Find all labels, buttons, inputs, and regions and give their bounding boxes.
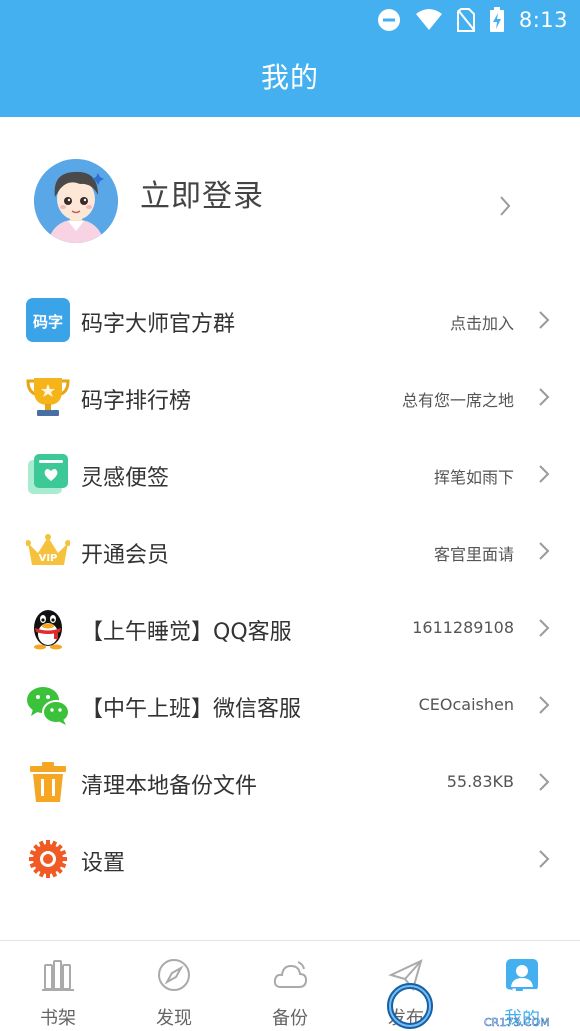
tab-backup[interactable]: 备份 <box>232 941 348 1031</box>
menu-item-value: 挥笔如雨下 <box>433 468 514 487</box>
menu-item-wechat-service[interactable]: 【中午上班】微信客服 CEOcaishen <box>0 667 580 744</box>
menu-item-label: 清理本地备份文件 <box>81 774 258 799</box>
menu-item-leaderboard[interactable]: 码字排行榜 总有您一席之地 <box>0 359 580 436</box>
tab-discover[interactable]: 发现 <box>116 941 232 1031</box>
bookshelf-icon <box>42 960 74 991</box>
login-label[interactable]: 立即登录 <box>140 171 264 215</box>
svg-text:VIP: VIP <box>39 553 58 564</box>
wechat-icon <box>26 683 70 727</box>
menu-item-label: 灵感便签 <box>81 466 170 491</box>
menu-item-label: 码字大师官方群 <box>81 312 236 337</box>
avatar[interactable] <box>34 159 118 243</box>
qq-penguin-icon <box>26 606 70 650</box>
tab-label: 备份 <box>272 1008 308 1029</box>
menu-item-clear-backup[interactable]: 清理本地备份文件 55.83KB <box>0 744 580 821</box>
login-row[interactable]: 立即登录 <box>0 117 580 277</box>
tab-label: 发现 <box>156 1008 192 1029</box>
menu-item-label: 【上午睡觉】QQ客服 <box>81 620 292 645</box>
header: 8:13 我的 <box>0 0 580 117</box>
vip-crown-icon: VIP <box>25 529 71 573</box>
chevron-right-icon <box>500 196 511 216</box>
menu-item-value: 55.83KB <box>446 772 514 791</box>
menu-item-label: 【中午上班】微信客服 <box>81 697 302 722</box>
svg-text:码字: 码字 <box>33 313 63 331</box>
status-icons: 8:13 <box>377 6 568 34</box>
menu-item-notes[interactable]: 灵感便签 挥笔如雨下 <box>0 436 580 513</box>
status-bar: 8:13 <box>0 0 580 40</box>
menu-item-settings[interactable]: 设置 <box>0 821 580 898</box>
cloud-icon <box>273 961 308 988</box>
status-time: 8:13 <box>518 8 568 32</box>
menu-item-label: 码字排行榜 <box>81 389 192 414</box>
compass-icon <box>158 959 190 991</box>
menu-item-vip[interactable]: VIP 开通会员 客官里面请 <box>0 513 580 590</box>
menu-item-value: 1611289108 <box>412 618 514 637</box>
menu-item-value: 点击加入 <box>449 314 514 333</box>
settings-gear-icon <box>26 837 70 881</box>
wifi-icon <box>415 9 442 30</box>
chevron-right-icon <box>539 850 550 868</box>
svg-text:西西软件园: 西西软件园 <box>434 988 544 1014</box>
menu-item-value: CEOcaishen <box>418 695 514 714</box>
chevron-right-icon <box>539 773 550 791</box>
settings-menu: 码字 码字大师官方群 点击加入 码字排行榜 总有您一席之地 灵感便签 挥笔如雨下… <box>0 282 580 898</box>
svg-text:CR173.COM: CR173.COM <box>484 1016 550 1029</box>
site-watermark: 西西软件园 CR173.COM <box>387 983 550 1029</box>
group-chat-icon: 码字 <box>26 298 70 342</box>
menu-item-label: 设置 <box>81 851 126 876</box>
chevron-right-icon <box>539 696 550 714</box>
menu-item-label: 开通会员 <box>81 543 170 568</box>
avatar-illustration-icon <box>34 159 118 243</box>
trophy-icon <box>26 375 70 419</box>
menu-item-value: 客官里面请 <box>433 545 514 564</box>
trash-icon <box>26 760 70 804</box>
chevron-right-icon <box>539 542 550 560</box>
note-icon <box>26 452 70 496</box>
menu-item-qq-service[interactable]: 【上午睡觉】QQ客服 1611289108 <box>0 590 580 667</box>
chevron-right-icon <box>539 619 550 637</box>
tab-bookshelf[interactable]: 书架 <box>0 941 116 1031</box>
no-sim-icon <box>456 8 475 32</box>
page-title: 我的 <box>260 61 319 94</box>
menu-item-official-group[interactable]: 码字 码字大师官方群 点击加入 <box>0 282 580 359</box>
chevron-right-icon <box>539 311 550 329</box>
app-root: 8:13 我的 立即登录 码字 码字大师官方群 点击加入 码字排行榜 总有您一席… <box>0 0 580 1031</box>
menu-item-value: 总有您一席之地 <box>401 391 514 410</box>
do-not-disturb-icon <box>377 9 400 31</box>
tab-label: 书架 <box>40 1008 76 1029</box>
battery-charging-icon <box>489 7 504 32</box>
chevron-right-icon <box>539 465 550 483</box>
chevron-right-icon <box>539 388 550 406</box>
